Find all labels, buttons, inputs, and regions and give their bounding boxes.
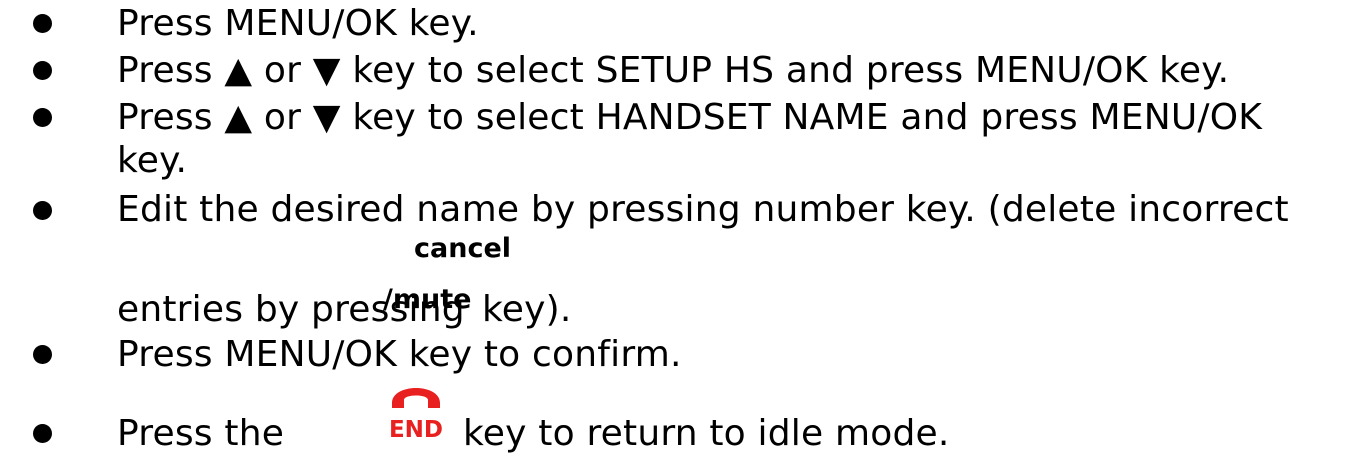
bullet-icon xyxy=(33,424,52,443)
bullet-icon xyxy=(33,345,52,364)
step-2-text: Press ▲ or ▼ key to select SETUP HS and … xyxy=(117,50,1230,91)
bullet-icon xyxy=(33,14,52,33)
step-5-text: Press MENU/OK key to confirm. xyxy=(117,334,682,375)
step-3-text-line1: Press ▲ or ▼ key to select HANDSET NAME … xyxy=(117,97,1263,138)
step-4-text-line2-suffix: key). xyxy=(482,289,572,330)
red-phone-handset-icon xyxy=(392,388,440,408)
step-4-text-line1: Edit the desired name by pressing number… xyxy=(117,189,1289,230)
end-key-label: END xyxy=(389,417,443,441)
cancel-mute-key-bottom: /mute xyxy=(383,284,472,315)
step-6-text-suffix: key to return to idle mode. xyxy=(463,413,950,454)
step-1-text: Press MENU/OK key. xyxy=(117,3,479,44)
cancel-mute-key-top: cancel xyxy=(414,233,512,264)
bullet-icon xyxy=(33,201,52,220)
end-key-icon: END xyxy=(385,375,447,443)
bullet-icon xyxy=(33,61,52,80)
bullet-icon xyxy=(33,108,52,127)
step-3-text-line2: key. xyxy=(117,140,188,181)
step-6-text-prefix: Press the xyxy=(117,413,285,454)
